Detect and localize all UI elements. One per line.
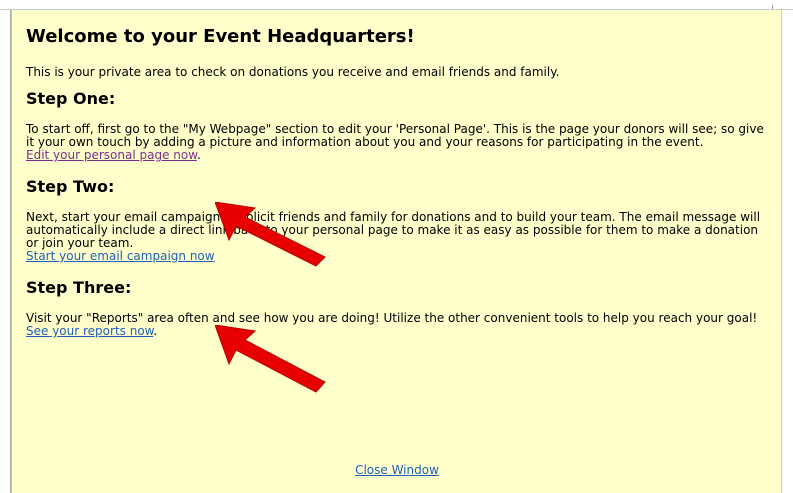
- window-right-border: [781, 10, 793, 493]
- step-one-heading: Step One:: [26, 89, 116, 108]
- edit-personal-page-link[interactable]: Edit your personal page now: [26, 148, 197, 162]
- window-corner-mark: [772, 5, 773, 9]
- step-two-text: Next, start your email campaign to solic…: [26, 210, 761, 250]
- red-arrow-icon: [215, 325, 326, 393]
- page-title: Welcome to your Event Headquarters!: [26, 26, 415, 47]
- footer: Close Window: [12, 459, 782, 478]
- step-three-link-line: See your reports now.: [26, 325, 774, 338]
- start-email-campaign-link[interactable]: Start your email campaign now: [26, 249, 215, 263]
- step-three-heading: Step Three:: [26, 278, 132, 297]
- step-one-text: To start off, first go to the "My Webpag…: [26, 122, 764, 149]
- step-two-heading: Step Two:: [26, 177, 115, 196]
- step-two-link-line: Start your email campaign now: [26, 250, 774, 263]
- close-window-link[interactable]: Close Window: [355, 463, 439, 477]
- intro-text: This is your private area to check on do…: [26, 65, 560, 79]
- panel-content: Welcome to your Event Headquarters! This…: [26, 26, 774, 338]
- window-left-border: [0, 10, 11, 493]
- step-three-link-suffix: .: [153, 324, 158, 338]
- step-one-link-suffix: .: [196, 148, 201, 162]
- see-reports-link[interactable]: See your reports now: [26, 324, 153, 338]
- event-headquarters-panel: Welcome to your Event Headquarters! This…: [11, 10, 781, 493]
- red-arrow-icon: [215, 202, 326, 267]
- step-one-link-line: Edit your personal page now.: [26, 149, 774, 162]
